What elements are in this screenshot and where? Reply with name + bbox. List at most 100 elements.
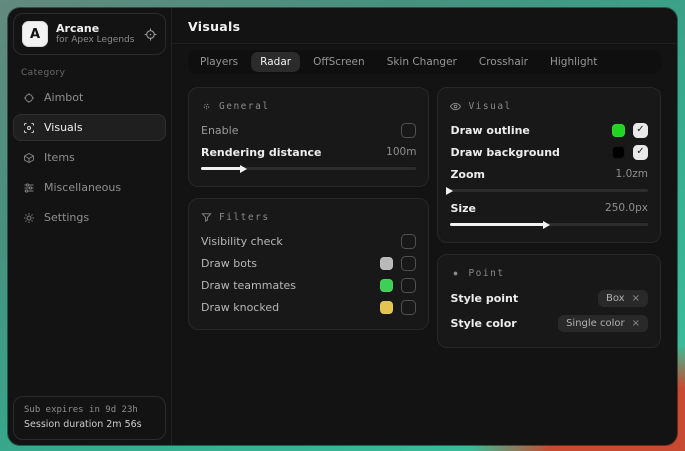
panel-filters: Filters Visibility check ✓ Draw bots ✓ D… [188, 198, 429, 330]
sidebar-item-miscellaneous[interactable]: Miscellaneous [13, 174, 166, 201]
draw-bots-color-swatch[interactable] [380, 257, 393, 270]
size-slider[interactable] [450, 223, 648, 226]
tab-bar: Players Radar OffScreen Skin Changer Cro… [188, 50, 661, 74]
draw-outline-checkbox[interactable]: ✓ [633, 123, 648, 138]
draw-outline-row: Draw outline ✓ [450, 119, 648, 141]
sidebar-item-label: Aimbot [44, 91, 83, 104]
sidebar-item-label: Settings [44, 211, 89, 224]
main-area: Visuals Players Radar OffScreen Skin Cha… [172, 8, 677, 445]
size-value: 250.0px [605, 202, 648, 214]
size-label: Size [450, 202, 605, 215]
app-logo: A [22, 21, 48, 47]
sidebar-item-aimbot[interactable]: Aimbot [13, 84, 166, 111]
sub-expires-text: Sub expires in 9d 23h [24, 404, 155, 418]
draw-bots-checkbox[interactable]: ✓ [401, 256, 416, 271]
draw-outline-label: Draw outline [450, 124, 612, 137]
check-icon: ✓ [636, 125, 644, 135]
draw-teammates-row: Draw teammates ✓ [201, 274, 416, 296]
gear-icon [23, 212, 35, 224]
style-color-label: Style color [450, 317, 558, 330]
app-window: A Arcane for Apex Legends Category Aimbo… [8, 8, 677, 445]
draw-outline-color-swatch[interactable] [612, 124, 625, 137]
draw-background-label: Draw background [450, 146, 612, 159]
size-row: Size 250.0px [450, 197, 648, 219]
draw-background-color-swatch[interactable] [612, 146, 625, 159]
session-duration-text: Session duration 2m 56s [24, 418, 155, 432]
scan-eye-icon [23, 122, 35, 134]
rendering-distance-slider[interactable] [201, 167, 416, 170]
draw-background-checkbox[interactable]: ✓ [633, 145, 648, 160]
point-dot-icon [450, 268, 461, 279]
draw-knocked-label: Draw knocked [201, 301, 380, 314]
tab-skin-changer[interactable]: Skin Changer [378, 52, 466, 72]
main-header: Visuals [172, 8, 677, 44]
panel-general: General Enable ✓ Rendering distance 100m [188, 87, 429, 187]
zoom-slider[interactable] [450, 189, 648, 192]
app-name: Arcane [56, 22, 136, 36]
panel-title: General [219, 101, 270, 112]
enable-label: Enable [201, 124, 401, 137]
tab-highlight[interactable]: Highlight [541, 52, 606, 72]
zoom-row: Zoom 1.0zm [450, 163, 648, 185]
panel-title: Visual [468, 101, 511, 112]
slider-thumb[interactable] [543, 221, 550, 229]
panel-title: Point [468, 268, 504, 279]
rendering-distance-label: Rendering distance [201, 146, 386, 159]
style-point-select[interactable]: Box × [598, 290, 648, 307]
crosshair-icon [23, 92, 35, 104]
sidebar-item-label: Miscellaneous [44, 181, 121, 194]
brand-header: A Arcane for Apex Legends [13, 13, 166, 55]
zoom-label: Zoom [450, 168, 615, 181]
check-icon: ✓ [636, 147, 644, 157]
tab-crosshair[interactable]: Crosshair [470, 52, 537, 72]
page-title: Visuals [188, 19, 661, 34]
sliders-icon [23, 182, 35, 194]
draw-knocked-color-swatch[interactable] [380, 301, 393, 314]
app-subtitle: for Apex Legends [56, 35, 136, 46]
zoom-value: 1.0zm [616, 168, 648, 180]
close-icon[interactable]: × [632, 293, 640, 304]
rendering-distance-value: 100m [386, 146, 416, 158]
slider-thumb[interactable] [240, 165, 247, 173]
panel-point: Point Style point Box × Style color Sing… [437, 254, 661, 348]
draw-teammates-color-swatch[interactable] [380, 279, 393, 292]
funnel-icon [201, 212, 212, 223]
sidebar-item-label: Items [44, 151, 75, 164]
sidebar: A Arcane for Apex Legends Category Aimbo… [8, 8, 172, 445]
tab-radar[interactable]: Radar [251, 52, 300, 72]
draw-knocked-checkbox[interactable]: ✓ [401, 300, 416, 315]
sidebar-item-label: Visuals [44, 121, 83, 134]
slider-thumb[interactable] [446, 187, 453, 195]
draw-teammates-label: Draw teammates [201, 279, 380, 292]
subscription-info: Sub expires in 9d 23h Session duration 2… [13, 396, 166, 440]
style-color-select[interactable]: Single color × [558, 315, 648, 332]
draw-teammates-checkbox[interactable]: ✓ [401, 278, 416, 293]
style-point-chip-label: Box [606, 293, 625, 304]
draw-background-row: Draw background ✓ [450, 141, 648, 163]
sidebar-nav: Aimbot Visuals Items Miscellaneous Setti… [8, 84, 171, 231]
tab-players[interactable]: Players [191, 52, 247, 72]
style-point-row: Style point Box × [450, 286, 648, 311]
box-icon [23, 152, 35, 164]
style-color-chip-label: Single color [566, 318, 625, 329]
enable-checkbox[interactable]: ✓ [401, 123, 416, 138]
panel-visual: Visual Draw outline ✓ Draw background ✓ … [437, 87, 661, 243]
sidebar-item-visuals[interactable]: Visuals [13, 114, 166, 141]
sidebar-item-settings[interactable]: Settings [13, 204, 166, 231]
style-point-label: Style point [450, 292, 598, 305]
general-gear-icon [201, 101, 212, 112]
visibility-check-checkbox[interactable]: ✓ [401, 234, 416, 249]
scope-icon[interactable] [144, 28, 157, 41]
visibility-check-row: Visibility check ✓ [201, 230, 416, 252]
style-color-row: Style color Single color × [450, 311, 648, 336]
rendering-distance-row: Rendering distance 100m [201, 141, 416, 163]
draw-bots-row: Draw bots ✓ [201, 252, 416, 274]
draw-knocked-row: Draw knocked ✓ [201, 296, 416, 318]
sidebar-item-items[interactable]: Items [13, 144, 166, 171]
visibility-check-label: Visibility check [201, 235, 401, 248]
draw-bots-label: Draw bots [201, 257, 380, 270]
close-icon[interactable]: × [632, 318, 640, 329]
tab-offscreen[interactable]: OffScreen [304, 52, 374, 72]
enable-row: Enable ✓ [201, 119, 416, 141]
category-label: Category [21, 68, 171, 78]
